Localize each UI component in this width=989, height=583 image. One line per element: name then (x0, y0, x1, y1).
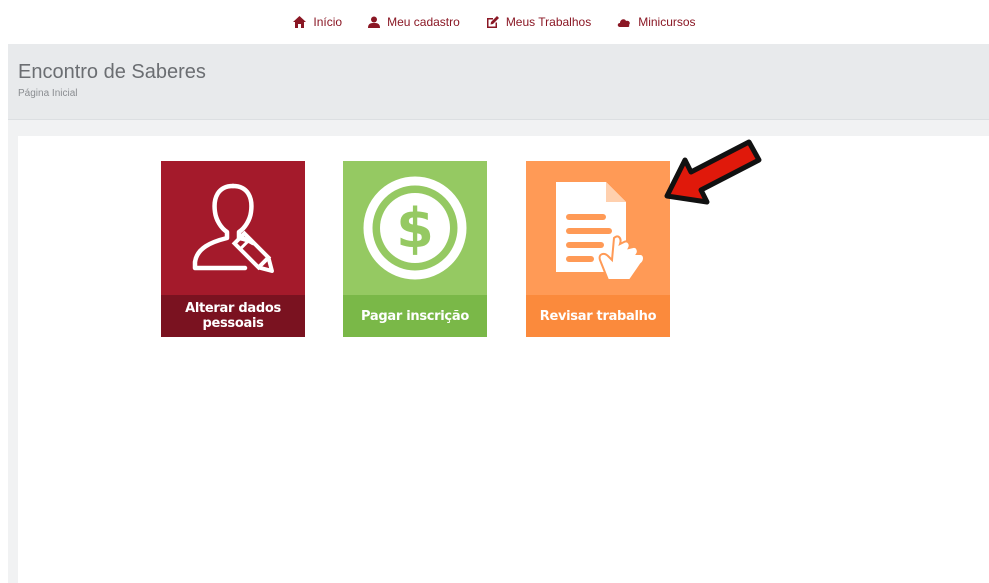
document-hand-icon (556, 182, 645, 281)
nav-item-minicursos[interactable]: Minicursos (617, 14, 696, 29)
pagar-inscricao-tile[interactable]: $ Pagar inscrição (343, 161, 487, 337)
breadcrumb: Página Inicial (18, 88, 78, 99)
page-title: Encontro de Saberes (18, 61, 206, 83)
pagar-inscricao-label: Pagar inscrição (361, 308, 469, 324)
svg-text:$: $ (396, 197, 434, 260)
revisar-trabalho-label: Revisar trabalho (539, 308, 657, 324)
revisar-trabalho-tile[interactable]: Revisar trabalho (526, 161, 670, 337)
tile-label-bar: Revisar trabalho (526, 295, 670, 337)
dollar-icon: $ (363, 176, 467, 280)
tile-icon-area (526, 161, 670, 295)
home-icon (293, 15, 307, 28)
top-navigation: Início Meu cadastro Meus Trabalhos Minic… (0, 0, 989, 43)
cloud-icon (617, 18, 631, 27)
tile-label-bar: Alterar dados pessoais (161, 295, 305, 337)
user-edit-icon (192, 183, 274, 273)
nav-item-meus-trabalhos[interactable]: Meus Trabalhos (486, 15, 591, 29)
tile-icon-area (161, 161, 305, 295)
nav-label-inicio: Início (313, 14, 343, 29)
user-icon (368, 16, 381, 28)
nav-label-meu-cadastro: Meu cadastro (387, 14, 460, 29)
arrow-pointer-icon (664, 139, 762, 205)
nav-item-meu-cadastro[interactable]: Meu cadastro (368, 15, 460, 29)
nav-label-minicursos: Minicursos (638, 14, 696, 29)
nav-label-meus-trabalhos: Meus Trabalhos (505, 14, 592, 29)
edit-icon (486, 15, 499, 28)
tile-label-bar: Pagar inscrição (343, 295, 487, 337)
alterar-dados-label: Alterar dados pessoais (185, 301, 281, 331)
nav-item-inicio[interactable]: Início (293, 15, 342, 29)
tile-icon-area: $ (343, 161, 487, 295)
page-header: Encontro de Saberes Página Inicial (8, 44, 989, 120)
alterar-dados-tile[interactable]: Alterar dados pessoais (161, 161, 305, 337)
